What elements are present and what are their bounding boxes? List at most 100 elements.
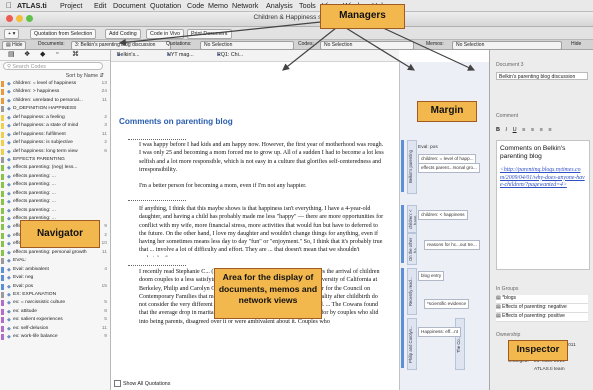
margin-code-tag[interactable]: effects parent...rsonal gro... (418, 163, 480, 173)
code-icon: ◆ (7, 249, 11, 256)
code-icon: ◆ (7, 308, 11, 315)
code-list-item[interactable]: ◆ children: unrelated to personal... 11 (0, 97, 110, 105)
code-in-vivo-button[interactable]: Code in Vivo (146, 29, 184, 39)
underline-button[interactable]: U (513, 127, 517, 133)
group-item[interactable]: ▤ Effects of parenting: positive (496, 313, 588, 322)
code-list-item[interactable]: ◆ Eval: ambivalent 4 (0, 266, 110, 274)
quotations-selector[interactable]: No Selection (200, 41, 294, 50)
code-list-item[interactable]: ◆ def happiness: fulfilment 11 (0, 131, 110, 139)
code-list-item[interactable]: ◆ effects parenting: ... (0, 207, 110, 215)
code-list-item[interactable]: ◆ def happiness: long term view 6 (0, 148, 110, 156)
margin-code-tag[interactable]: Happiness: eff...nt (418, 327, 461, 337)
changed-by: ATLAS.ti team (534, 367, 565, 372)
code-list-item[interactable]: ◆ EX: EXPLANATION (0, 291, 110, 299)
code-icon: ◆ (7, 232, 11, 239)
print-document-button[interactable]: Print Document (187, 29, 232, 39)
quotation-bracket[interactable] (401, 140, 404, 192)
code-label: def happiness: a state of mind (13, 123, 79, 129)
code-color-swatch (1, 156, 4, 163)
code-list-item[interactable]: ◆ effects parenting: personal growth 11 (0, 249, 110, 257)
margin-quotation-label[interactable]: Philip and Carolyn... (407, 318, 417, 370)
margin-quotation-label[interactable]: children: < happ... (407, 205, 417, 233)
menu-project[interactable]: Project (60, 0, 82, 11)
code-list-item[interactable]: ◆ EVAL: (0, 257, 110, 265)
margin-quotation-label[interactable]: Belkin's parenting (407, 140, 417, 194)
code-list-item[interactable]: ◆ effects parenting: ... (0, 198, 110, 206)
search-codes-input[interactable]: ⚲ Search Codes (3, 62, 103, 70)
code-list-item[interactable]: ◆ def happiness: a feeling 2 (0, 114, 110, 122)
margin-code-tag[interactable]: *scientific evidence (424, 299, 470, 309)
margin-code-tag[interactable]: reasons for hc...out tre... (424, 240, 480, 250)
code-list-item[interactable]: ◆ children: > happiness 24 (0, 88, 110, 96)
documents-selector[interactable]: 3: Belkin's parenting blog discussion (71, 41, 171, 50)
sort-by-selector[interactable]: Sort by Name ⇵ (66, 73, 104, 79)
code-list-item[interactable]: ◆ ex: = narcissistic culture 5 (0, 299, 110, 307)
code-list-item[interactable]: ◆ ex: attitude 8 (0, 308, 110, 316)
align-justify-icon[interactable]: ≡ (548, 127, 551, 133)
quotation-from-selection-button[interactable]: Quotation from Selection (30, 29, 97, 39)
code-list-item[interactable]: ◆ ex: work-life balance 9 (0, 333, 110, 341)
code-label: effects parenting: ... (13, 199, 56, 205)
documents-tab-icon[interactable]: ▤ (8, 50, 15, 58)
code-list-item[interactable]: ◆ effects parenting: (neg) less... (0, 164, 110, 172)
code-list-item[interactable]: ◆ ex: salient experiences 5 (0, 316, 110, 324)
group-item[interactable]: ▤ Effects of parenting: negative (496, 304, 588, 313)
margin-code-tag[interactable]: children: < happiness (418, 210, 468, 220)
group-item[interactable]: ▤ *blogs (496, 295, 588, 304)
document-paragraph-3[interactable]: If anything, I think that this maybe sho… (139, 205, 385, 257)
memos-tab-icon[interactable]: ▫ (56, 50, 58, 57)
code-list-item[interactable]: ◆ children: = level of happiness 13 (0, 80, 110, 88)
menu-analysis[interactable]: Analysis (266, 0, 293, 11)
margin-quotation-label[interactable]: Recently read... (407, 268, 417, 315)
add-remove-icon[interactable]: + ▾ (4, 29, 20, 39)
document-paragraph-2[interactable]: I'm a better person for becoming a mom, … (139, 182, 385, 191)
menu-code[interactable]: Code (187, 0, 204, 11)
document-paragraph-1[interactable]: I was happy before I had kids and am hap… (139, 141, 385, 182)
show-all-quotations-toggle[interactable]: Show All Quotations (114, 380, 170, 387)
code-list-item[interactable]: ◆ ex: self-delusion 11 (0, 325, 110, 333)
quotation-bracket[interactable] (401, 268, 404, 368)
code-list-item[interactable]: ◆ def happiness: is subjective 2 (0, 139, 110, 147)
comment-editor[interactable]: Comments on Belkin's parenting blog <htt… (496, 140, 590, 270)
margin-quotation-label[interactable]: On the other ha... (407, 233, 417, 265)
comment-link[interactable]: <http://parenting.blogs.nytimes.com/2009… (500, 167, 586, 190)
quotations-tab-icon[interactable]: ❖ (24, 50, 30, 58)
networks-tab-icon[interactable]: ⌘ (72, 50, 79, 58)
bold-button[interactable]: B (496, 127, 500, 133)
code-color-swatch (1, 173, 4, 180)
menu-document[interactable]: Document (113, 0, 146, 11)
menu-quotation[interactable]: Quotation (150, 0, 181, 11)
margin-quotation-label[interactable]: The Co... (455, 318, 465, 370)
hide-inspector-button[interactable]: Hide (571, 41, 581, 48)
add-coding-button[interactable]: Add Coding (105, 29, 141, 39)
memos-selector[interactable]: No Selection (452, 41, 562, 50)
code-list-item[interactable]: ◆ D_DEFINITION HAPPINESS (0, 105, 110, 113)
margin-code-tag[interactable]: blog entry (418, 271, 445, 281)
menu-tools[interactable]: Tools (299, 0, 316, 11)
code-list-item[interactable]: ◆ effects parenting: ... (0, 181, 110, 189)
align-right-icon[interactable]: ≡ (540, 127, 543, 133)
codes-tab-icon[interactable]: ◆ (40, 50, 45, 58)
hide-navigator-button[interactable]: ▤ Hide (2, 41, 27, 50)
code-color-swatch (1, 190, 4, 197)
code-list-item[interactable]: ◆ def happiness: a state of mind 3 (0, 122, 110, 130)
code-list-item[interactable]: ◆ effects parenting: ... (0, 173, 110, 181)
group-label: *blogs (502, 295, 517, 301)
code-color-swatch (1, 182, 4, 189)
code-list-item[interactable]: ◆ EFFECTS PARENTING (0, 156, 110, 164)
align-left-icon[interactable]: ≡ (522, 127, 525, 133)
align-center-icon[interactable]: ≡ (531, 127, 534, 133)
margin-code-tag[interactable]: Eval: pos (418, 145, 438, 150)
apple-icon[interactable]:  (6, 0, 12, 11)
menu-app-name[interactable]: ATLAS.ti (17, 0, 47, 11)
menu-edit[interactable]: Edit (94, 0, 106, 11)
italic-button[interactable]: I (506, 127, 508, 133)
codes-selector[interactable]: No Selection (320, 41, 414, 50)
code-list-item[interactable]: ◆ Eval: neg (0, 274, 110, 282)
menu-memo[interactable]: Memo (208, 0, 228, 11)
document-name-field[interactable]: Belkin's parenting blog discussion (496, 72, 588, 80)
code-list-item[interactable]: ◆ effects parenting: ... (0, 190, 110, 198)
menu-network[interactable]: Network (232, 0, 258, 11)
code-list-item[interactable]: ◆ Eval: pos 15 (0, 283, 110, 291)
quotation-bracket[interactable] (401, 205, 404, 263)
